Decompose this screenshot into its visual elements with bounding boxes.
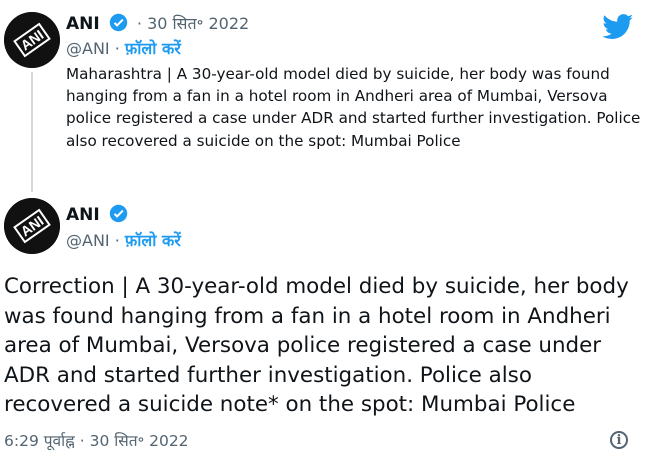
verified-badge-icon [109,204,128,227]
verified-badge-icon [109,13,128,36]
author-handle[interactable]: @ANI [66,231,110,250]
follow-button[interactable]: फ़ॉलो करें [125,39,181,58]
author-name[interactable]: ANI [66,205,100,225]
avatar[interactable]: ANI [4,198,60,254]
quoted-tweet-text: Maharashtra | A 30-year-old model died b… [66,65,641,150]
thread-line [31,72,33,192]
separator: · [114,39,120,58]
author-name[interactable]: ANI [66,14,100,34]
twitter-bird-icon[interactable] [602,14,634,44]
separator: · [114,231,120,250]
info-icon[interactable]: i [610,431,628,449]
avatar[interactable]: ANI [4,12,60,68]
author-handle[interactable]: @ANI [66,39,110,58]
tweet-timestamp[interactable]: 6:29 पूर्वाह्न · 30 सित॰ 2022 [4,429,189,451]
follow-button[interactable]: फ़ॉलो करें [125,231,181,250]
tweet-date[interactable]: · 30 सित॰ 2022 [137,14,249,33]
main-tweet-text: Correction | A 30-year-old model died by… [4,274,629,418]
